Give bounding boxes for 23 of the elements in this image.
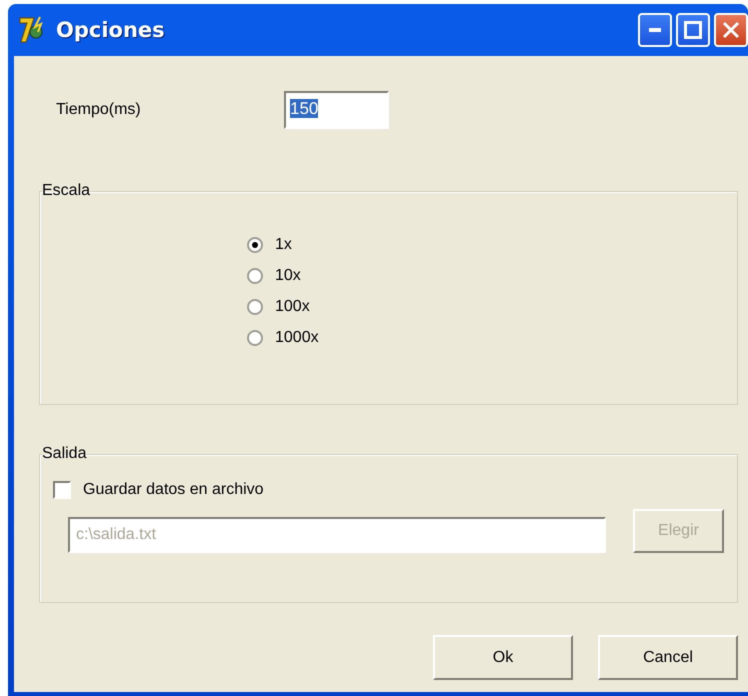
group-title: Salida [42,445,86,463]
group-title: Escala [42,182,90,200]
radio-button[interactable] [247,299,263,315]
checkbox-label: Guardar datos en archivo [83,481,264,499]
minimize-button[interactable] [638,13,672,47]
minimize-icon [649,28,661,32]
checkbox[interactable] [53,481,71,499]
radio-button[interactable] [247,268,263,284]
field-label: Tiempo(ms) [55,101,142,119]
radio-option[interactable]: 1x [247,236,737,254]
radio-option[interactable]: 100x [247,298,737,316]
radio-option[interactable]: 1000x [247,329,737,347]
dialog-button[interactable]: Ok [433,635,573,680]
dialog-button[interactable]: Cancel [598,635,738,680]
maximize-icon [684,21,702,39]
maximize-button[interactable] [676,13,710,47]
time-input[interactable]: 150 [284,91,389,129]
radio-option[interactable]: 10x [247,267,737,285]
window-title: Opciones [56,18,166,42]
close-button[interactable] [714,13,748,47]
radio-button[interactable] [247,330,263,346]
close-icon [722,21,740,39]
radio-button[interactable] [247,237,263,253]
